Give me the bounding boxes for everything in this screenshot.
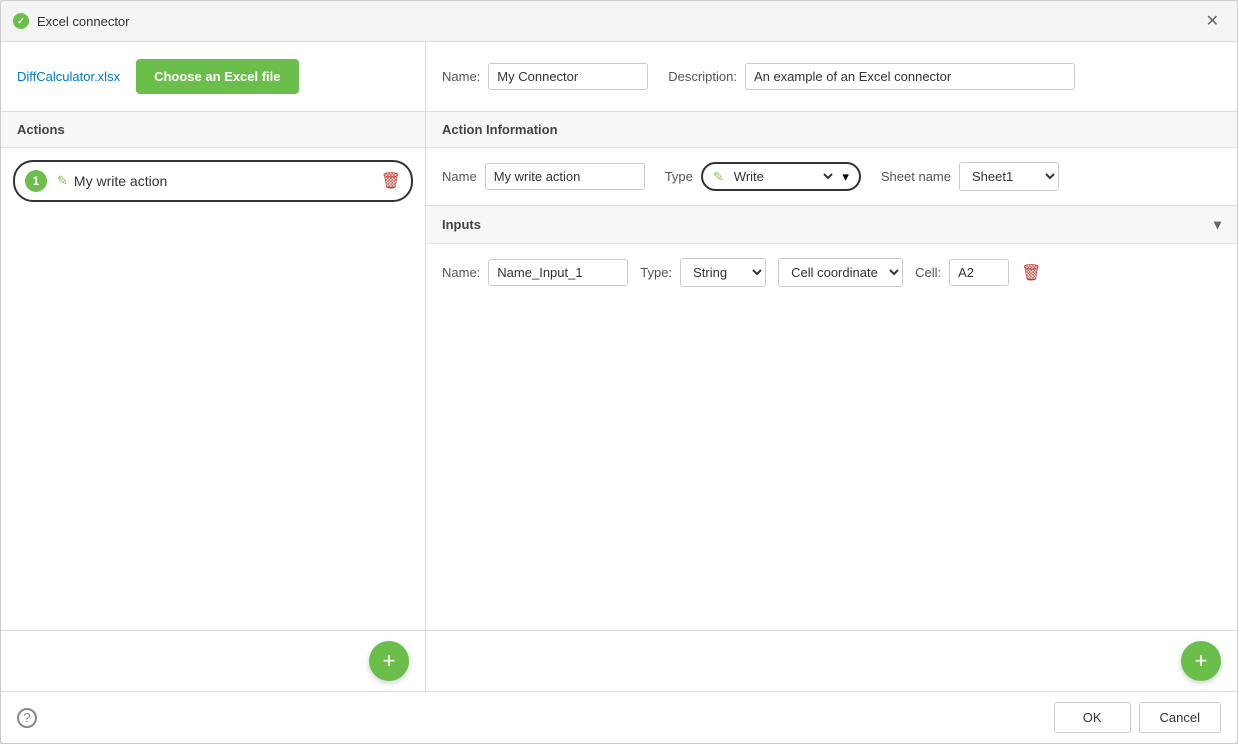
cancel-button[interactable]: Cancel bbox=[1139, 702, 1221, 733]
dialog: Excel connector ✕ DiffCalculator.xlsx Ch… bbox=[0, 0, 1238, 744]
left-bottom-bar: + bbox=[1, 630, 425, 691]
close-button[interactable]: ✕ bbox=[1200, 9, 1225, 33]
input-row: Name: Type: String Number Boolean bbox=[442, 258, 1221, 287]
inputs-body: Name: Type: String Number Boolean bbox=[426, 244, 1237, 451]
delete-action-icon[interactable]: 🗑 bbox=[381, 171, 401, 191]
input-type-label: Type: bbox=[640, 265, 672, 280]
sheet-name-select[interactable]: Sheet1 Sheet2 bbox=[959, 162, 1059, 191]
app-icon bbox=[13, 13, 29, 29]
left-panel: DiffCalculator.xlsx Choose an Excel file… bbox=[1, 42, 426, 691]
cell-label: Cell: bbox=[915, 265, 941, 280]
choose-excel-button[interactable]: Choose an Excel file bbox=[136, 59, 298, 94]
dialog-title: Excel connector bbox=[37, 14, 130, 29]
title-bar: Excel connector ✕ bbox=[1, 1, 1237, 42]
actions-list: 1 ✎ My write action 🗑 bbox=[1, 148, 425, 630]
type-dropdown-wrapper: ✎ Write Read ▾ bbox=[701, 162, 861, 191]
actions-section-header: Actions bbox=[1, 112, 425, 148]
ok-button[interactable]: OK bbox=[1054, 702, 1131, 733]
input-name-field[interactable] bbox=[488, 259, 628, 286]
right-bottom-bar: + bbox=[426, 630, 1237, 691]
type-chevron-icon: ▾ bbox=[842, 169, 849, 185]
input-type-select[interactable]: String Number Boolean bbox=[680, 258, 766, 287]
connector-description-input[interactable] bbox=[745, 63, 1075, 90]
file-link[interactable]: DiffCalculator.xlsx bbox=[17, 69, 120, 84]
sheet-name-label: Sheet name bbox=[881, 169, 951, 184]
action-name-label: Name bbox=[442, 169, 477, 184]
action-name: My write action bbox=[74, 173, 381, 189]
name-label: Name: bbox=[442, 69, 480, 84]
inputs-section: Inputs ▾ Name: Type: Str bbox=[426, 206, 1237, 691]
input-name-label: Name: bbox=[442, 265, 480, 280]
right-top-bar: Name: Description: bbox=[426, 42, 1237, 112]
main-content: DiffCalculator.xlsx Choose an Excel file… bbox=[1, 42, 1237, 691]
help-icon[interactable]: ? bbox=[17, 708, 37, 728]
add-action-button[interactable]: + bbox=[369, 641, 409, 681]
action-number: 1 bbox=[25, 170, 47, 192]
description-label: Description: bbox=[668, 69, 737, 84]
inputs-header: Inputs ▾ bbox=[426, 206, 1237, 244]
type-select[interactable]: Write Read bbox=[730, 168, 837, 185]
connector-name-input[interactable] bbox=[488, 63, 648, 90]
cell-coord-select[interactable]: Cell coordinate Row Column bbox=[778, 258, 903, 287]
action-info-header: Action Information bbox=[426, 112, 1237, 148]
type-label: Type bbox=[665, 169, 693, 184]
inputs-collapse-icon[interactable]: ▾ bbox=[1214, 216, 1221, 233]
action-info-section: Action Information Name Type ✎ bbox=[426, 112, 1237, 206]
delete-input-icon[interactable]: 🗑 bbox=[1021, 263, 1041, 283]
action-info-body: Name Type ✎ Write Read bbox=[426, 148, 1237, 205]
add-input-button[interactable]: + bbox=[1181, 641, 1221, 681]
pencil-icon: ✎ bbox=[57, 173, 68, 189]
type-pencil-icon: ✎ bbox=[713, 169, 724, 185]
footer: ? OK Cancel bbox=[1, 691, 1237, 743]
cell-value-input[interactable] bbox=[949, 259, 1009, 286]
action-name-input[interactable] bbox=[485, 163, 645, 190]
left-top-bar: DiffCalculator.xlsx Choose an Excel file bbox=[1, 42, 425, 112]
action-item[interactable]: 1 ✎ My write action 🗑 bbox=[13, 160, 413, 202]
right-panel: Name: Description: Action Information bbox=[426, 42, 1237, 691]
